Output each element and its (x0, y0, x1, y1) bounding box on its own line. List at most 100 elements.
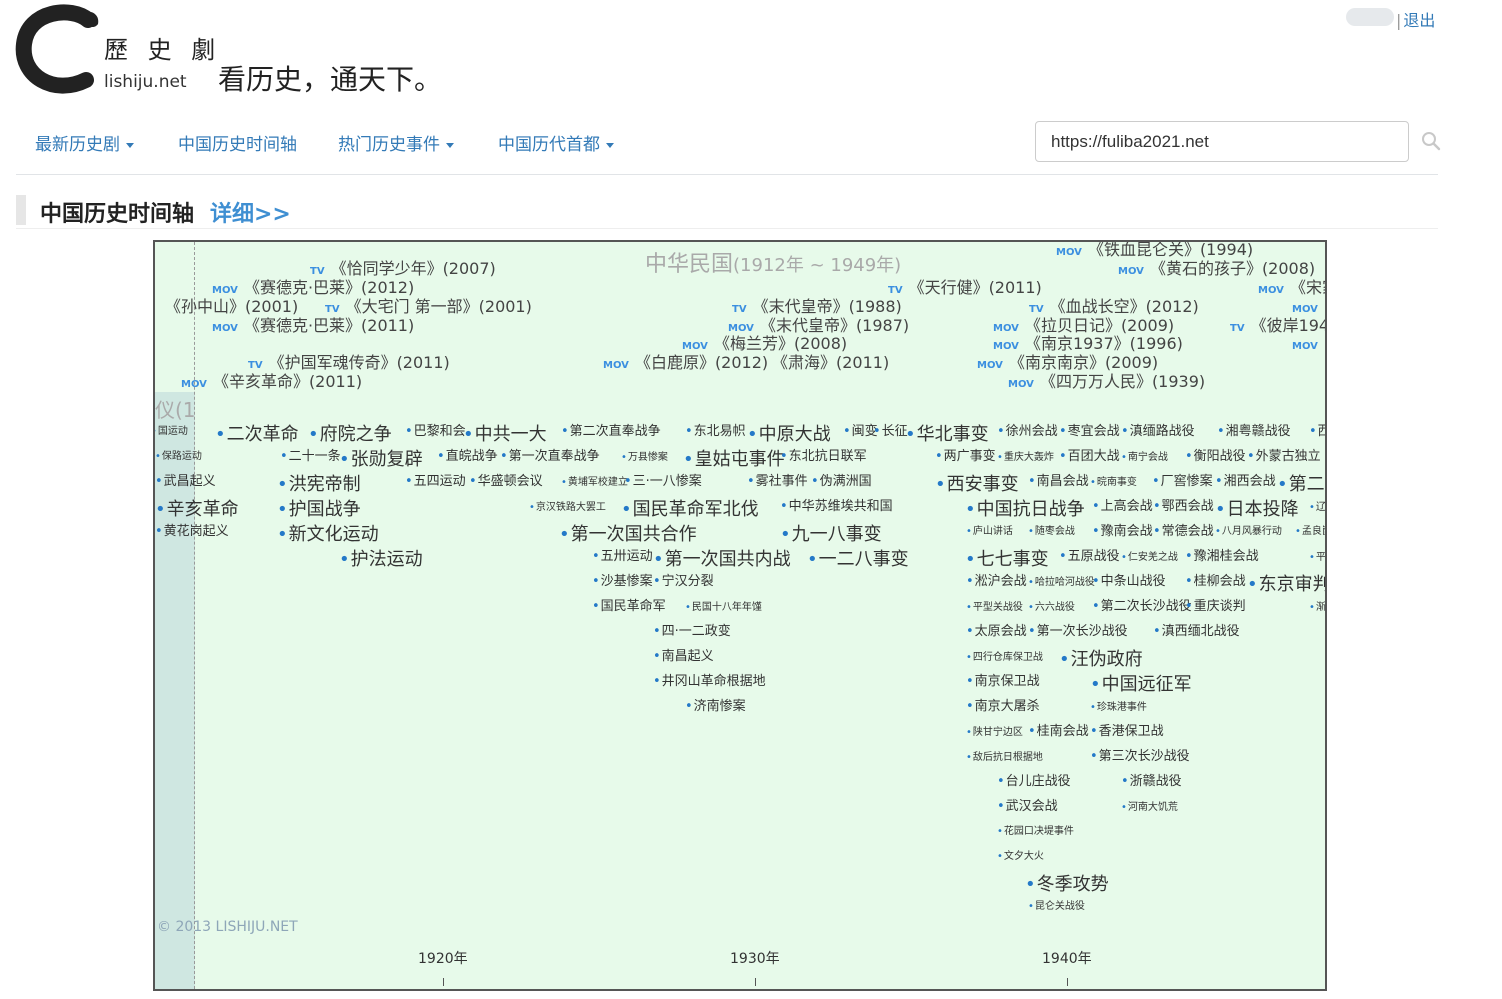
event-item[interactable]: 国民革命军 (592, 599, 666, 615)
event-item[interactable]: 哈拉哈河战役 (1028, 577, 1095, 589)
film-item[interactable]: MOV 《赛德克·巴莱》(2011) (212, 316, 414, 338)
event-item[interactable]: 黄花岗起义 (155, 524, 229, 540)
event-item[interactable]: 辛亥革命 (155, 499, 239, 521)
event-item[interactable]: 南京大屠杀 (966, 699, 1040, 715)
film-item[interactable]: 《肃海》(2011) (766, 353, 889, 375)
event-item[interactable]: 第二次直奉战争 (561, 424, 661, 440)
event-item[interactable]: 珍珠港事件 (1090, 702, 1147, 714)
event-item[interactable]: 井冈山革命根据地 (653, 674, 766, 690)
event-item[interactable]: 第三次长沙战役 (1090, 749, 1190, 765)
event-item[interactable]: 上高会战 (1092, 499, 1153, 515)
event-item[interactable]: 东京审判 (1247, 574, 1325, 596)
event-item[interactable]: 外蒙古独立 (1247, 449, 1321, 465)
event-item[interactable]: 太原会战 (966, 624, 1027, 640)
event-item[interactable]: 二次革命 (215, 424, 299, 446)
event-item[interactable]: 中国抗日战争 (965, 499, 1085, 521)
event-item[interactable]: 辽 (1309, 502, 1325, 514)
event-item[interactable]: 湘西会战 (1215, 474, 1276, 490)
event-item[interactable]: 东北易帜 (685, 424, 746, 440)
event-item[interactable]: 皇姑屯事件 (683, 449, 785, 471)
event-item[interactable]: 徐州会战 (997, 424, 1058, 440)
event-item[interactable]: 常德会战 (1153, 524, 1214, 540)
event-item[interactable]: 孟良崮 (1295, 526, 1325, 538)
event-item[interactable]: 豫湘桂会战 (1185, 549, 1259, 565)
event-item[interactable]: 桂南会战 (1028, 724, 1089, 740)
event-item[interactable]: 万县惨案 (621, 452, 668, 464)
event-item[interactable]: 湘粤赣战役 (1217, 424, 1291, 440)
event-item[interactable]: 浙赣战役 (1121, 774, 1182, 790)
event-item[interactable]: 西 (1309, 424, 1325, 440)
event-item[interactable]: 洪宪帝制 (277, 474, 361, 496)
event-item[interactable]: 厂窖惨案 (1152, 474, 1213, 490)
event-item[interactable]: 衡阳战役 (1185, 449, 1246, 465)
event-item[interactable]: 南宁会战 (1121, 452, 1168, 464)
film-item[interactable]: MOV 《四万万人民》(1939) (1008, 372, 1205, 394)
event-item[interactable]: 滇缅路战役 (1121, 424, 1195, 440)
event-item[interactable]: 三·一八惨案 (624, 474, 702, 490)
event-item[interactable]: 平型关战役 (966, 602, 1023, 614)
event-item[interactable]: 沙基惨案 (592, 574, 653, 590)
event-item[interactable]: 华盛顿会议 (469, 474, 543, 490)
event-item[interactable]: 国民革命军北伐 (621, 499, 759, 521)
event-item[interactable]: 敌后抗日根据地 (966, 752, 1043, 764)
logout-link[interactable]: | 退出 (1396, 7, 1435, 31)
details-link[interactable]: 详细>> (210, 196, 291, 228)
event-item[interactable]: 武汉会战 (997, 799, 1058, 815)
event-item[interactable]: 豫南会战 (1092, 524, 1153, 540)
event-item[interactable]: 七七事变 (965, 549, 1049, 571)
event-item[interactable]: 重庆大轰炸 (997, 452, 1054, 464)
event-item[interactable]: 第一次长沙战役 (1028, 624, 1128, 640)
event-item[interactable]: 一二八事变 (807, 549, 909, 571)
event-item[interactable]: 中条山战役 (1092, 574, 1166, 590)
event-item[interactable]: 东北抗日联军 (780, 449, 867, 465)
event-item[interactable]: 河南大饥荒 (1121, 802, 1178, 814)
event-item[interactable]: 仁安羌之战 (1121, 552, 1178, 564)
event-item[interactable]: 重庆谈判 (1185, 599, 1246, 615)
event-item[interactable]: 雾社事件 (747, 474, 808, 490)
event-item[interactable]: 花园口决堤事件 (997, 826, 1074, 838)
event-item[interactable]: 四行仓库保卫战 (966, 652, 1043, 664)
event-item[interactable]: 济南惨案 (685, 699, 746, 715)
event-item[interactable]: 两广事变 (935, 449, 996, 465)
event-item[interactable]: 黄埔军校建立 (561, 477, 628, 489)
event-item[interactable]: 枣宜会战 (1059, 424, 1120, 440)
event-item[interactable]: 八月风暴行动 (1215, 526, 1282, 538)
event-item[interactable]: 香港保卫战 (1090, 724, 1164, 740)
event-item[interactable]: 六六战役 (1028, 602, 1075, 614)
event-item[interactable]: 晥南事变 (1090, 477, 1137, 489)
event-item[interactable]: 国运动 (155, 426, 188, 438)
user-avatar[interactable] (1346, 8, 1394, 26)
film-item[interactable]: MOV (1292, 334, 1324, 356)
event-item[interactable]: 鄂西会战 (1153, 499, 1214, 515)
event-item[interactable]: 五卅运动 (592, 549, 653, 565)
event-item[interactable]: 冬季攻势 (1025, 874, 1109, 896)
event-item[interactable]: 民国十八年年馑 (685, 602, 762, 614)
search-icon[interactable] (1421, 131, 1441, 151)
film-item[interactable]: MOV 《辛亥革命》(2011) (181, 372, 362, 394)
event-item[interactable]: 华北事变 (905, 424, 989, 446)
search-input[interactable] (1035, 121, 1409, 162)
event-item[interactable]: 京汉铁路大罢工 (529, 502, 606, 514)
event-item[interactable]: 第一次国共内战 (653, 549, 791, 571)
event-item[interactable]: 五四运动 (405, 474, 466, 490)
event-item[interactable]: 南京保卫战 (966, 674, 1040, 690)
event-item[interactable]: 保路运动 (155, 451, 202, 463)
nav-hot-events[interactable]: 热门历史事件 (338, 130, 454, 155)
film-item[interactable]: TV 《天行健》(2011) (888, 278, 1042, 300)
event-item[interactable]: 长征 (873, 424, 908, 440)
event-item[interactable]: 南昌会战 (1028, 474, 1089, 490)
event-item[interactable]: 淞沪会战 (966, 574, 1027, 590)
event-item[interactable]: 巴黎和会 (405, 424, 466, 440)
event-item[interactable]: 昆仑关战役 (1028, 901, 1085, 913)
nav-latest-dramas[interactable]: 最新历史剧 (35, 130, 134, 155)
event-item[interactable]: 汪伪政府 (1059, 649, 1143, 671)
event-item[interactable]: 第二次长沙战役 (1092, 599, 1192, 615)
event-item[interactable]: 府院之争 (308, 424, 392, 446)
event-item[interactable]: 伪满洲国 (811, 474, 872, 490)
event-item[interactable]: 滇西缅北战役 (1153, 624, 1240, 640)
event-item[interactable]: 新文化运动 (277, 524, 379, 546)
event-item[interactable]: 第一次国共合作 (559, 524, 697, 546)
event-item[interactable]: 中国远征军 (1090, 674, 1192, 696)
event-item[interactable]: 中原大战 (747, 424, 831, 446)
event-item[interactable]: 台儿庄战役 (997, 774, 1071, 790)
